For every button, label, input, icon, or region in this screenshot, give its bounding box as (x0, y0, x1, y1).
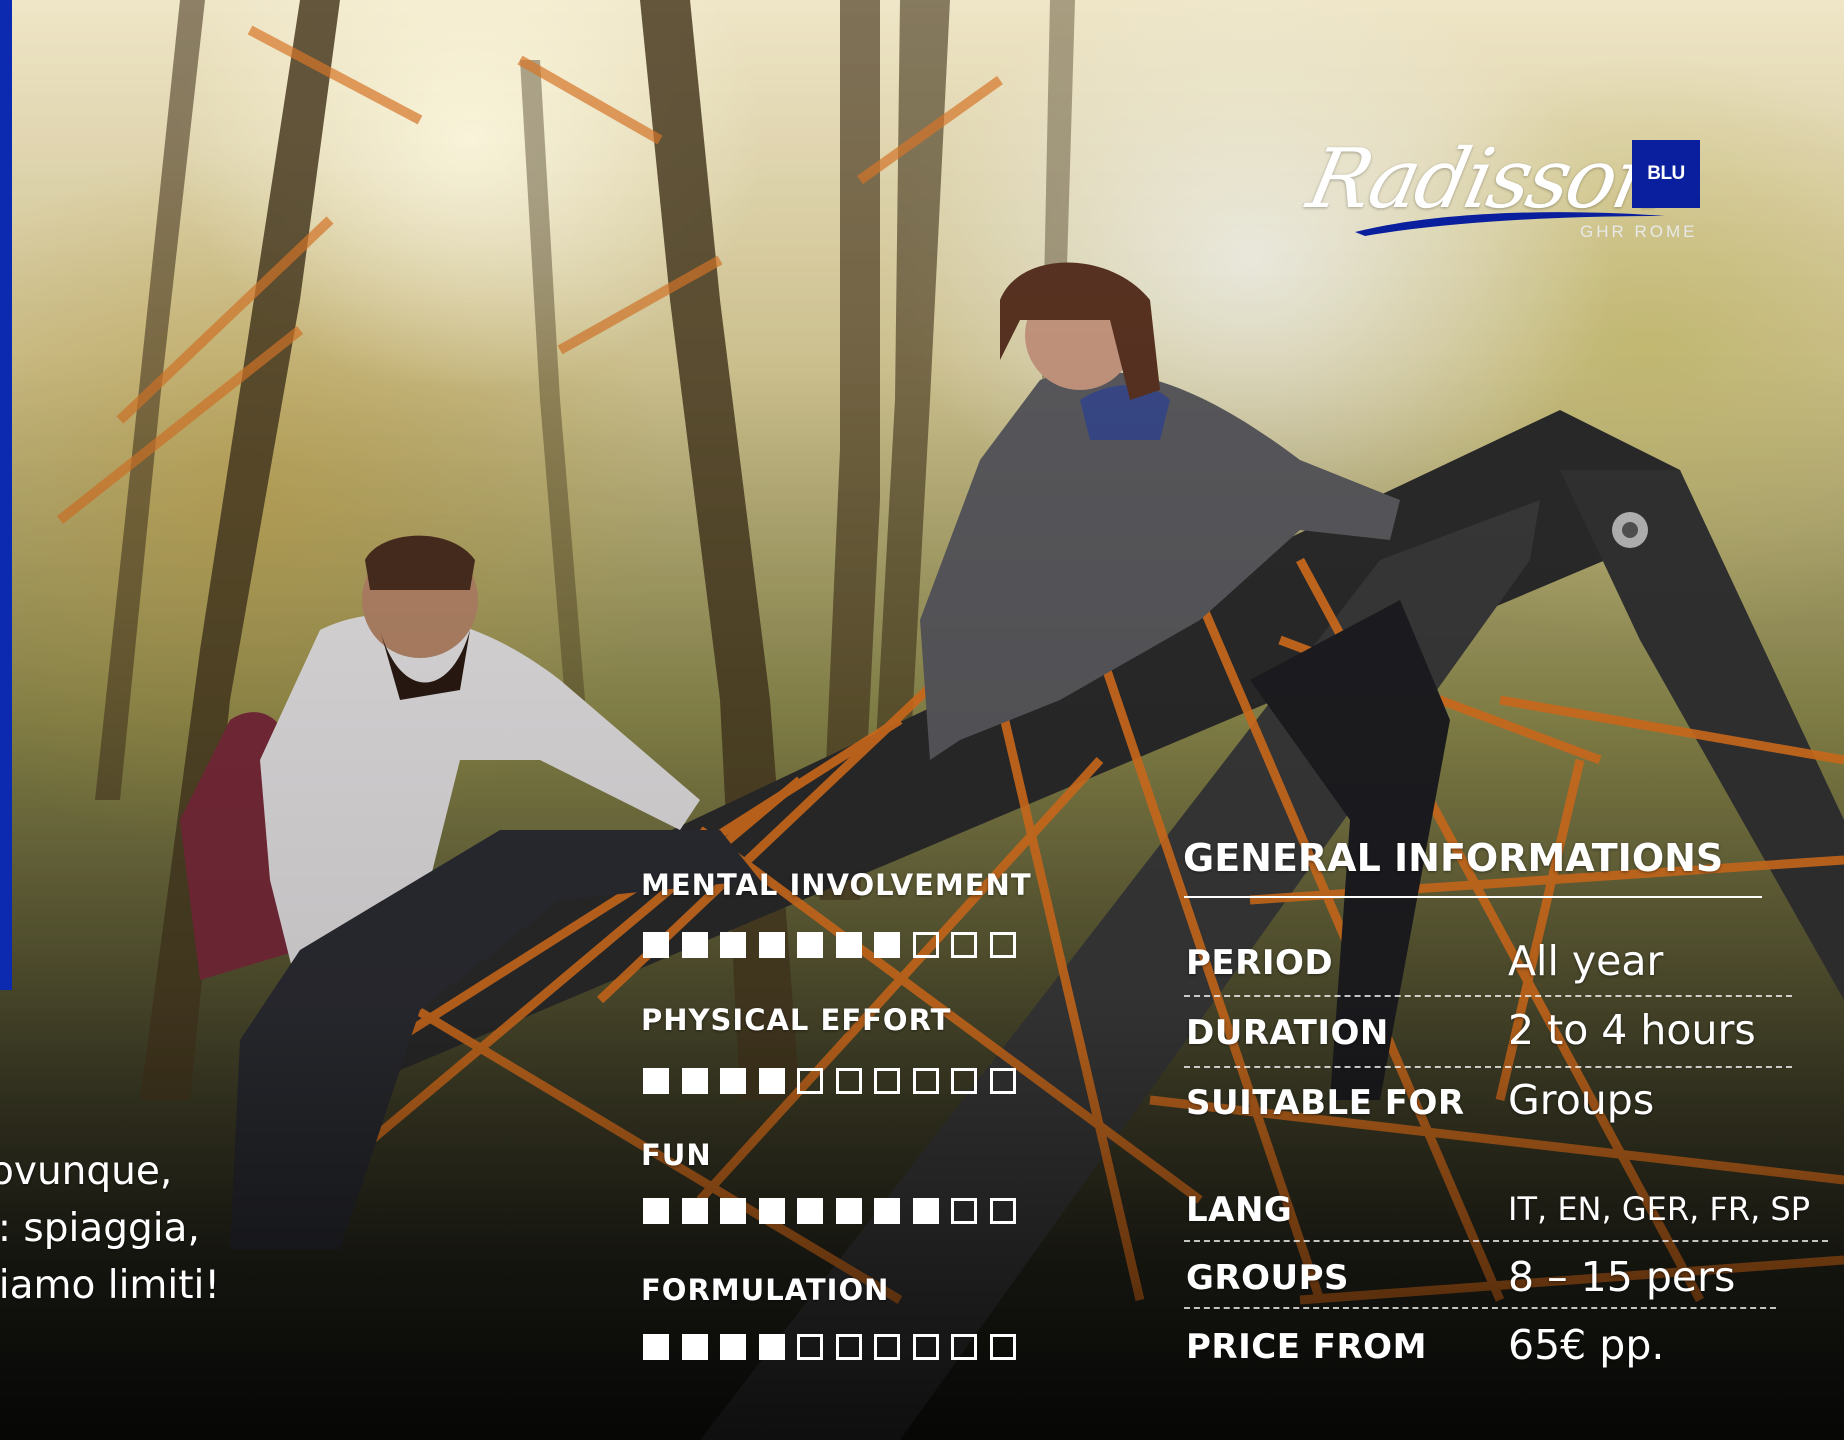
italian-line-3: biamo limiti! (0, 1263, 220, 1308)
info-label-duration: DURATION (1186, 1013, 1389, 1053)
rating-square-empty (797, 1334, 823, 1360)
rating-squares-fun (643, 1198, 1016, 1224)
rating-square-empty (874, 1068, 900, 1094)
rating-square-filled (912, 1198, 939, 1224)
rating-square-empty (951, 1198, 977, 1224)
info-value-lang: IT, EN, GER, FR, SP (1508, 1190, 1811, 1228)
rating-square-empty (951, 932, 977, 958)
info-value-price-from: 65€ pp. (1508, 1321, 1665, 1369)
info-label-period: PERIOD (1186, 943, 1334, 983)
rating-square-empty (797, 1068, 823, 1094)
rating-square-filled (874, 932, 900, 958)
rating-square-filled (835, 932, 862, 958)
rating-square-filled (720, 1068, 746, 1094)
rating-square-filled (720, 1198, 746, 1224)
rating-square-empty (912, 932, 939, 958)
row-divider (1184, 995, 1792, 997)
rating-square-filled (643, 1198, 669, 1224)
rating-square-empty (989, 932, 1016, 958)
rating-square-empty (951, 1334, 977, 1360)
rating-square-filled (720, 1334, 746, 1360)
rating-square-filled (681, 932, 708, 958)
rating-square-filled (681, 1198, 708, 1224)
rating-label-fun: FUN (641, 1138, 712, 1172)
rating-square-filled (720, 932, 746, 958)
rating-square-filled (681, 1334, 708, 1360)
italian-line-1: ovunque, (0, 1149, 173, 1194)
rating-squares-physical (643, 1068, 1016, 1094)
logo-blu-box: BLU (1632, 140, 1700, 208)
rating-square-filled (874, 1198, 900, 1224)
rating-square-filled (758, 1068, 785, 1094)
rating-square-filled (758, 932, 785, 958)
rating-square-filled (797, 932, 823, 958)
row-divider (1184, 1307, 1776, 1309)
info-label-price-from: PRICE FROM (1186, 1327, 1427, 1367)
rating-square-filled (643, 1068, 669, 1094)
rating-square-filled (835, 1198, 862, 1224)
row-divider (1184, 1066, 1792, 1068)
page-edge-bar (0, 0, 12, 990)
radisson-blu-logo: Radisson BLU GHR ROME (1300, 130, 1710, 250)
rating-label-mental: MENTAL INVOLVEMENT (641, 868, 1032, 902)
rating-square-empty (989, 1334, 1016, 1360)
rating-square-filled (643, 1334, 669, 1360)
rating-squares-mental (643, 932, 1016, 958)
general-info-title: GENERAL INFORMATIONS (1183, 836, 1724, 880)
info-value-groups: 8 – 15 pers (1508, 1253, 1736, 1301)
rating-square-filled (797, 1198, 823, 1224)
italian-description: ovunque, o: spiaggia, biamo limiti! (0, 1143, 220, 1314)
rating-square-empty (989, 1068, 1016, 1094)
info-label-groups: GROUPS (1186, 1258, 1350, 1298)
row-divider (1184, 1240, 1828, 1242)
rating-square-empty (912, 1334, 939, 1360)
rating-square-empty (835, 1068, 862, 1094)
rating-squares-formulation (643, 1334, 1016, 1360)
italian-line-2: o: spiaggia, (0, 1206, 200, 1251)
rating-square-empty (989, 1198, 1016, 1224)
rating-square-empty (951, 1068, 977, 1094)
rating-square-filled (643, 932, 669, 958)
general-info-divider (1184, 896, 1762, 898)
rating-square-empty (912, 1068, 939, 1094)
rating-square-filled (681, 1068, 708, 1094)
info-label-lang: LANG (1186, 1190, 1293, 1230)
rating-label-formulation: FORMULATION (641, 1273, 890, 1307)
info-value-suitable-for: Groups (1508, 1076, 1655, 1124)
rating-square-empty (835, 1334, 862, 1360)
rating-square-empty (874, 1334, 900, 1360)
info-value-duration: 2 to 4 hours (1508, 1006, 1756, 1054)
rating-square-filled (758, 1334, 785, 1360)
rating-label-physical: PHYSICAL EFFORT (641, 1003, 952, 1037)
info-value-period: All year (1508, 937, 1664, 985)
logo-subtitle: GHR ROME (1580, 222, 1698, 241)
rating-square-filled (758, 1198, 785, 1224)
info-label-suitable-for: SUITABLE FOR (1186, 1083, 1465, 1123)
